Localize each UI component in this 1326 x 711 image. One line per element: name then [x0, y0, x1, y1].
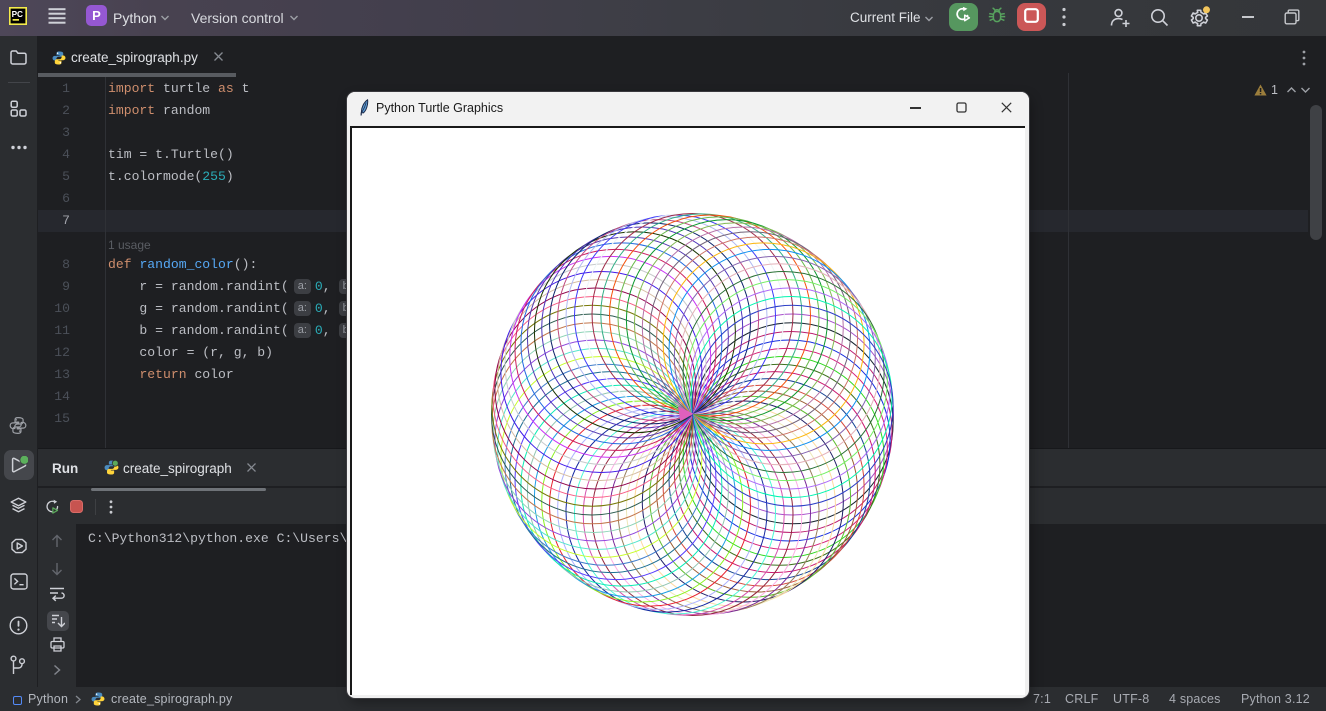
svg-text:PC: PC: [12, 10, 23, 19]
